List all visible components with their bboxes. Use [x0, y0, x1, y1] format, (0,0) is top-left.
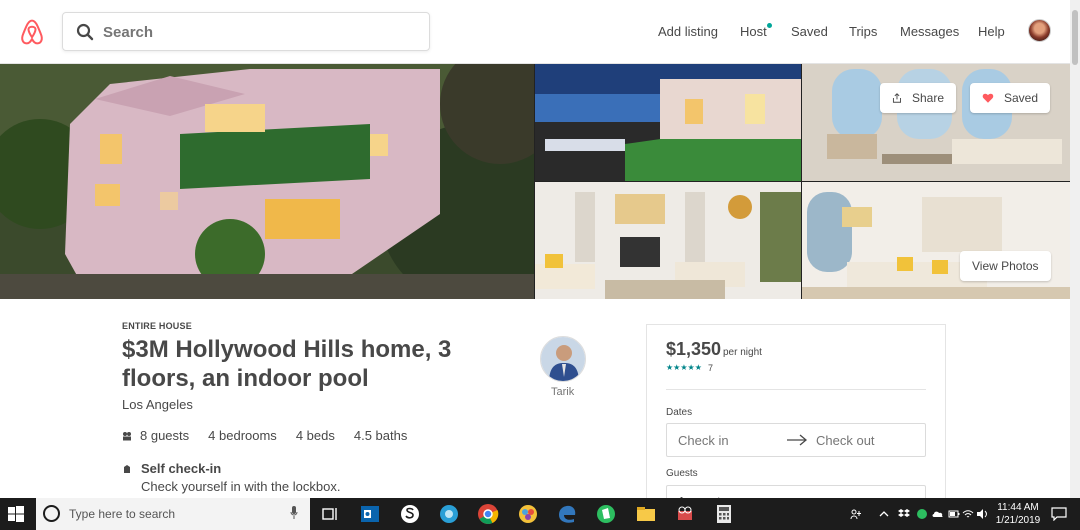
baths-count: 4.5 baths [353, 428, 408, 443]
heart-icon [982, 93, 994, 103]
paint-app-icon[interactable] [516, 502, 540, 526]
nightly-price: $1,350 [666, 339, 722, 359]
nav-host[interactable]: Host [740, 23, 772, 39]
taskbar-search-placeholder: Type here to search [69, 507, 176, 521]
beds-count: 4 beds [295, 428, 335, 443]
edge-icon[interactable] [555, 502, 579, 526]
chevron-up-icon[interactable] [878, 508, 890, 520]
amenity-bedrooms: 4 bedrooms [208, 428, 277, 443]
app-icon[interactable] [437, 502, 461, 526]
key-icon [124, 465, 130, 473]
action-center-icon[interactable] [1051, 507, 1067, 521]
onedrive-icon[interactable] [932, 508, 944, 520]
share-button[interactable]: Share [880, 83, 956, 113]
taskbar-search-box[interactable]: Type here to search [36, 498, 310, 530]
host-name[interactable]: Tarik [551, 386, 574, 398]
search-input[interactable] [103, 19, 403, 45]
outlook-icon[interactable] [358, 502, 382, 526]
rating-stars: ★★★★★ [666, 363, 702, 372]
listing-location[interactable]: Los Angeles [122, 397, 193, 412]
guests-label: Guests [666, 468, 698, 479]
search-bar[interactable] [62, 12, 430, 51]
guests-count: 8 guests [140, 428, 190, 443]
airbnb-logo-icon[interactable] [18, 18, 46, 46]
guests-icon [123, 431, 131, 440]
battery-icon[interactable] [948, 508, 960, 520]
booking-card: $1,350 per night ★★★★★ 7 Dates Check in … [646, 324, 946, 515]
amenities-row: 8 guests 4 bedrooms 4 beds 4.5 baths [122, 428, 426, 443]
review-count[interactable]: 7 [708, 363, 713, 373]
calculator-icon[interactable] [712, 502, 736, 526]
nav-saved[interactable]: Saved [791, 24, 828, 39]
clock-date: 1/21/2019 [995, 515, 1041, 526]
nav-host-label: Host [740, 24, 767, 39]
nav-help[interactable]: Help [978, 24, 1005, 39]
date-range-picker: Check in Check out [666, 423, 926, 457]
amenity-guests: 8 guests [122, 428, 189, 443]
windows-start-icon[interactable] [8, 506, 24, 522]
check-in-field[interactable]: Check in [678, 433, 729, 448]
saved-label: Saved [1003, 91, 1038, 105]
top-header: Add listing Host Saved Trips Messages He… [0, 0, 1070, 64]
dropbox-icon[interactable] [898, 508, 910, 520]
divider [666, 389, 926, 390]
living-room-photo[interactable] [802, 64, 1070, 181]
main-house-photo[interactable] [0, 64, 534, 299]
bedrooms-count: 4 bedrooms [208, 428, 277, 443]
wifi-icon[interactable] [962, 508, 974, 520]
arrow-right-icon [787, 434, 808, 446]
windows-taskbar: Type here to search 11:44 AM 1/21/2019 [0, 498, 1080, 530]
view-photos-label: View Photos [972, 259, 1039, 273]
share-icon [892, 93, 902, 103]
file-explorer-icon[interactable] [634, 502, 658, 526]
notification-dot [766, 23, 772, 28]
nav-add-listing[interactable]: Add listing [658, 24, 718, 39]
browser-page: Add listing Host Saved Trips Messages He… [0, 0, 1080, 530]
cortana-icon [43, 505, 60, 522]
amenity-baths: 4.5 baths [354, 428, 408, 443]
microphone-icon[interactable] [290, 506, 298, 520]
lounge-photo[interactable] [802, 182, 1070, 299]
check-out-field[interactable]: Check out [816, 433, 875, 448]
nav-messages[interactable]: Messages [900, 24, 959, 39]
task-view-icon[interactable] [318, 502, 342, 526]
clock-time: 11:44 AM [997, 502, 1039, 513]
skype-icon[interactable] [398, 502, 422, 526]
snipping-tool-icon[interactable] [673, 502, 697, 526]
fireplace-room-photo[interactable] [535, 182, 801, 299]
search-icon [76, 23, 94, 41]
self-checkin-title: Self check-in [141, 461, 222, 476]
evernote-icon[interactable] [594, 502, 618, 526]
listing-type: ENTIRE HOUSE [122, 321, 192, 331]
user-avatar[interactable] [1028, 19, 1051, 42]
per-night-label: per night [723, 347, 762, 358]
amenity-beds: 4 beds [296, 428, 335, 443]
people-icon[interactable] [850, 508, 862, 520]
view-photos-button[interactable]: View Photos [960, 251, 1051, 281]
host-avatar[interactable] [540, 336, 586, 382]
chrome-icon[interactable] [476, 502, 500, 526]
volume-icon[interactable] [976, 508, 988, 520]
saved-button[interactable]: Saved [970, 83, 1050, 113]
tray-app-icon[interactable] [916, 508, 928, 520]
scrollbar-thumb[interactable] [1072, 10, 1078, 65]
self-checkin-description: Check yourself in with the lockbox. [141, 479, 341, 494]
system-clock[interactable]: 11:44 AM 1/21/2019 [990, 501, 1046, 527]
page-scrollbar[interactable] [1070, 0, 1080, 498]
terrace-photo[interactable] [535, 64, 801, 181]
share-label: Share [911, 91, 944, 105]
listing-title: $3M Hollywood Hills home, 3 floors, an i… [122, 336, 452, 392]
nav-trips[interactable]: Trips [849, 24, 877, 39]
dates-label: Dates [666, 407, 693, 418]
